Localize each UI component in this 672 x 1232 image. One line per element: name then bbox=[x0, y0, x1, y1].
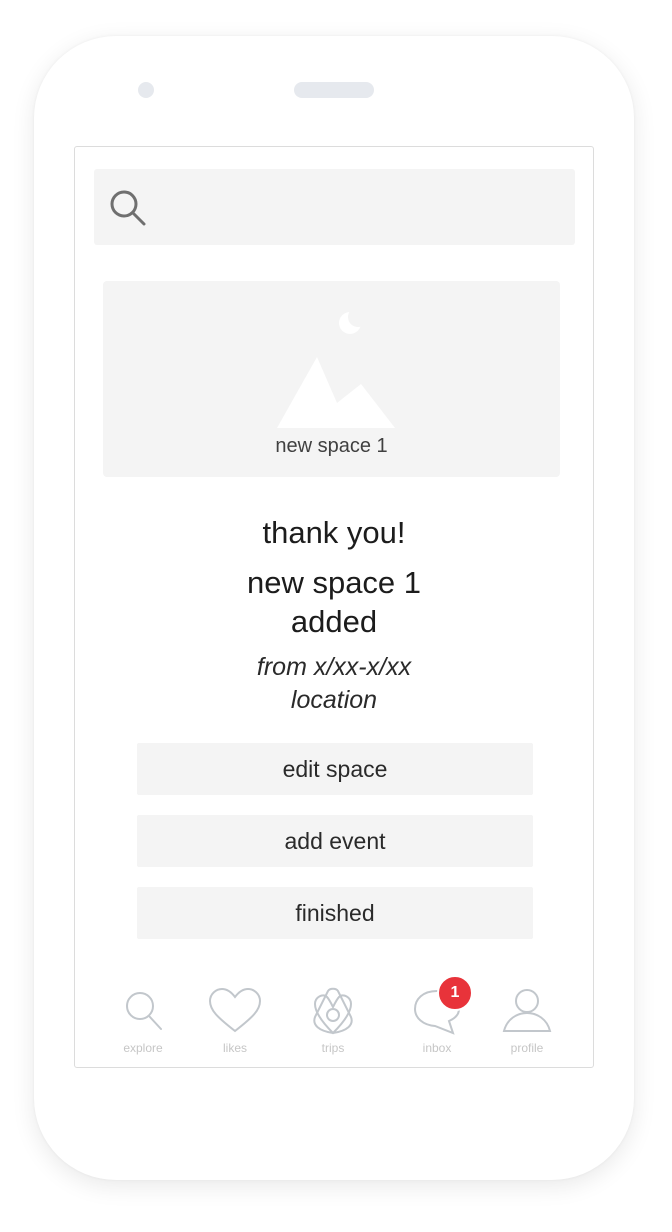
tab-explore-label: explore bbox=[123, 1041, 163, 1055]
space-image-card: new space 1 bbox=[103, 281, 560, 477]
airbnb-logo-icon bbox=[313, 987, 353, 1035]
tab-trips[interactable]: trips bbox=[293, 987, 373, 1057]
space-image-label: new space 1 bbox=[275, 435, 388, 457]
added-text: added bbox=[290, 604, 378, 639]
heart-icon bbox=[208, 987, 262, 1033]
search-bar[interactable] bbox=[94, 169, 575, 245]
mountain-moon-icon bbox=[277, 307, 395, 428]
inbox-notification-badge: 1 bbox=[437, 975, 473, 1011]
add-event-button[interactable]: add event bbox=[137, 815, 533, 867]
location-text: location bbox=[290, 686, 378, 714]
search-icon bbox=[110, 190, 146, 226]
user-icon bbox=[502, 989, 552, 1032]
tab-likes[interactable]: likes bbox=[195, 987, 275, 1057]
app-screen: new space 1 thank you! new space 1 added… bbox=[74, 146, 594, 1068]
phone-speaker bbox=[294, 82, 374, 98]
phone-camera bbox=[138, 82, 154, 98]
tab-likes-label: likes bbox=[222, 1041, 247, 1055]
finished-button[interactable]: finished bbox=[137, 887, 533, 939]
tab-profile[interactable]: profile bbox=[487, 987, 567, 1057]
date-range-text: from x/xx-x/xx bbox=[256, 653, 412, 681]
tab-profile-label: profile bbox=[510, 1041, 544, 1055]
search-icon bbox=[126, 992, 162, 1030]
tab-explore[interactable]: explore bbox=[103, 987, 183, 1057]
phone-frame: new space 1 thank you! new space 1 added… bbox=[34, 36, 634, 1180]
thank-you-heading: thank you! bbox=[262, 515, 406, 550]
tab-inbox-label: inbox bbox=[422, 1041, 452, 1055]
space-name-text: new space 1 bbox=[246, 565, 422, 600]
tab-trips-label: trips bbox=[321, 1041, 345, 1055]
edit-space-button[interactable]: edit space bbox=[137, 743, 533, 795]
